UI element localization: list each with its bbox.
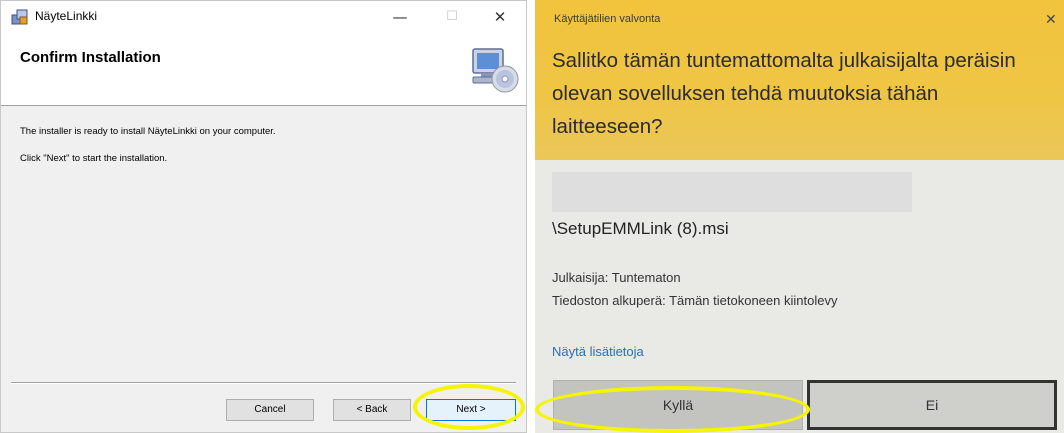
window-title: NäyteLinkki	[35, 9, 98, 23]
show-more-info-link[interactable]: Näytä lisätietoja	[552, 344, 644, 359]
close-button[interactable]: ✕	[477, 1, 523, 33]
installer-app-icon	[11, 9, 28, 25]
no-button[interactable]: Ei	[807, 380, 1057, 430]
page-title: Confirm Installation	[20, 49, 161, 66]
ready-message: The installer is ready to install NäyteL…	[20, 126, 276, 137]
redacted-area	[552, 172, 912, 212]
computer-cd-icon	[472, 48, 519, 93]
installer-titlebar[interactable]: NäyteLinkki — ☐ ✕	[1, 1, 526, 33]
uac-caption: Käyttäjätilien valvonta	[554, 13, 661, 25]
uac-close-icon[interactable]: ✕	[1045, 12, 1057, 28]
yes-button[interactable]: Kyllä	[553, 380, 803, 430]
installer-window: NäyteLinkki — ☐ ✕ Confirm Installation T…	[0, 0, 527, 433]
maximize-button[interactable]: ☐	[429, 1, 475, 33]
uac-dialog: Käyttäjätilien valvonta ✕ Sallitko tämän…	[535, 0, 1064, 433]
uac-file-origin: Tiedoston alkuperä: Tämän tietokoneen ki…	[552, 293, 838, 308]
installer-banner: Confirm Installation	[1, 33, 526, 106]
minimize-button[interactable]: —	[377, 1, 423, 33]
uac-publisher: Julkaisija: Tuntematon	[552, 270, 681, 285]
next-instruction: Click "Next" to start the installation.	[20, 153, 168, 164]
back-button[interactable]: < Back	[333, 399, 411, 421]
footer-divider	[11, 382, 516, 384]
uac-question: Sallitko tämän tuntemattomalta julkaisij…	[552, 49, 1016, 138]
uac-filename: \SetupEMMLink (8).msi	[552, 219, 729, 238]
next-button[interactable]: Next >	[426, 399, 516, 421]
cancel-button[interactable]: Cancel	[226, 399, 314, 421]
uac-header: Käyttäjätilien valvonta ✕ Sallitko tämän…	[535, 0, 1064, 160]
